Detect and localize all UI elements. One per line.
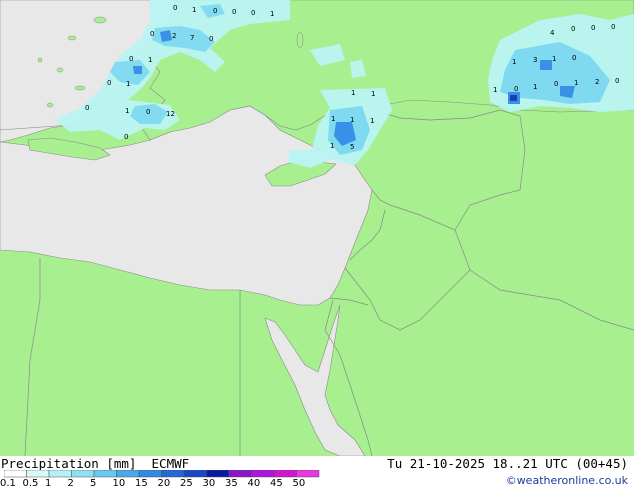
precip-value-label: 1: [512, 58, 516, 66]
precip-value-label: 0: [209, 35, 213, 43]
color-scale-swatch: [251, 470, 275, 478]
precip-value-label: 0: [146, 108, 150, 116]
color-scale-tick-label: 0.1: [0, 478, 16, 489]
color-scale-swatch: [4, 470, 27, 478]
color-scale-tick-label: 40: [247, 478, 261, 489]
precip-value-label: 12: [166, 110, 175, 118]
color-scale-tick-label: 10: [112, 478, 126, 489]
precip-heavy-area: [510, 95, 517, 101]
color-scale-swatch: [228, 470, 252, 478]
precip-value-label: 0: [572, 54, 576, 62]
color-scale-tick-label: 30: [202, 478, 216, 489]
legend-title: Precipitation [mm] ECMWF: [1, 456, 190, 471]
precip-value-label: 5: [350, 143, 354, 151]
color-scale-tick-label: 5: [90, 478, 97, 489]
precip-value-label: 0: [85, 104, 89, 112]
precip-value-label: 1: [350, 116, 354, 124]
precip-value-label: 0: [591, 24, 595, 32]
precip-value-label: 0: [124, 133, 128, 141]
color-scale-swatch: [93, 470, 117, 478]
color-scale-swatch: [48, 470, 72, 478]
color-scale-tick-label: 20: [157, 478, 171, 489]
precip-value-label: 1: [331, 115, 335, 123]
precip-value-label: 0: [232, 8, 236, 16]
color-scale-swatch: [161, 470, 185, 478]
precip-value-label: 4: [550, 29, 555, 37]
color-scale-tick-label: 45: [270, 478, 283, 489]
color-scale-tick-label: 1: [45, 478, 52, 489]
precip-value-label: 1: [270, 10, 274, 18]
precip-value-label: 1: [370, 117, 374, 125]
color-scale-swatch: [296, 470, 320, 478]
precip-value-label: 0: [514, 85, 518, 93]
precip-value-label: 0: [129, 55, 133, 63]
color-scale-tick-label: 50: [292, 478, 306, 489]
precip-value-label: 0: [173, 4, 177, 12]
map-footer: Precipitation [mm] ECMWF Tu 21-10-2025 1…: [0, 456, 634, 490]
precip-value-label: 2: [172, 32, 176, 40]
color-scale-swatch: [116, 470, 140, 478]
precip-value-label: 1: [125, 107, 129, 115]
color-scale-swatch: [71, 470, 95, 478]
precip-value-label: 1: [192, 6, 196, 14]
color-scale-tick-label: 15: [135, 478, 148, 489]
precip-value-label: 0: [554, 80, 558, 88]
color-scale-swatch: [26, 470, 50, 478]
precip-value-label: 0: [107, 79, 111, 87]
color-scale-tick-label: 2: [67, 478, 74, 489]
precip-value-label: 1: [330, 142, 334, 150]
color-scale-tick-label: 0.5: [22, 478, 39, 489]
precip-value-label: 0: [611, 23, 615, 31]
precip-value-label: 1: [351, 89, 355, 97]
precip-value-label: 1: [371, 90, 375, 98]
color-scale-swatch: [138, 470, 162, 478]
precip-value-label: 0: [150, 30, 154, 38]
precip-value-label: 7: [190, 34, 194, 42]
precip-value-label: 2: [595, 78, 599, 86]
precip-value-label: 0: [571, 25, 575, 33]
precip-value-label: 1: [574, 79, 578, 87]
precip-value-label: 1: [148, 56, 152, 64]
precip-value-label: 0: [615, 77, 619, 85]
precip-value-label: 0: [251, 9, 255, 17]
color-scale-tick-label: 25: [180, 478, 193, 489]
color-scale-ticks: 0.1 0.5 1 2 5 10 15 20 25 30 35 40 45 50: [0, 478, 340, 490]
color-scale-tick-label: 35: [225, 478, 238, 489]
credit-link[interactable]: ©weatheronline.co.uk: [506, 474, 628, 487]
precip-value-label: 1: [493, 86, 497, 94]
precip-value-label: 1: [533, 83, 537, 91]
valid-time: Tu 21-10-2025 18..21 UTC (00+45): [387, 456, 628, 471]
color-scale-swatch: [206, 470, 230, 478]
precip-value-label: 0: [213, 7, 217, 15]
precip-value-label: 1: [126, 80, 130, 88]
precip-value-label: 3: [533, 56, 537, 64]
precipitation-map: 0 1 0 0 0 10 2 7 00 10 10 1 0 1201 11 1 11 54 0 0 01 3 1 01 0 1 0 1…: [0, 0, 634, 456]
precip-value-label: 1: [552, 55, 556, 63]
color-scale-swatch: [273, 470, 297, 478]
color-scale-swatch: [183, 470, 207, 478]
